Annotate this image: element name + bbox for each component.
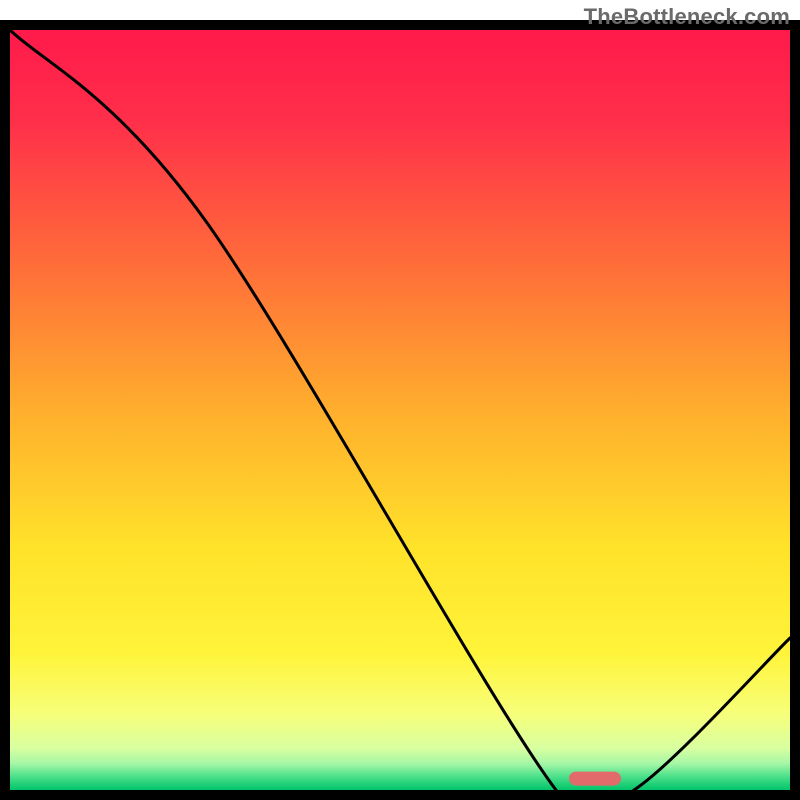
plot-background xyxy=(10,30,790,790)
bottleneck-chart xyxy=(0,0,800,800)
optimal-marker xyxy=(569,772,621,786)
chart-container: TheBottleneck.com xyxy=(0,0,800,800)
watermark-text: TheBottleneck.com xyxy=(584,4,790,30)
